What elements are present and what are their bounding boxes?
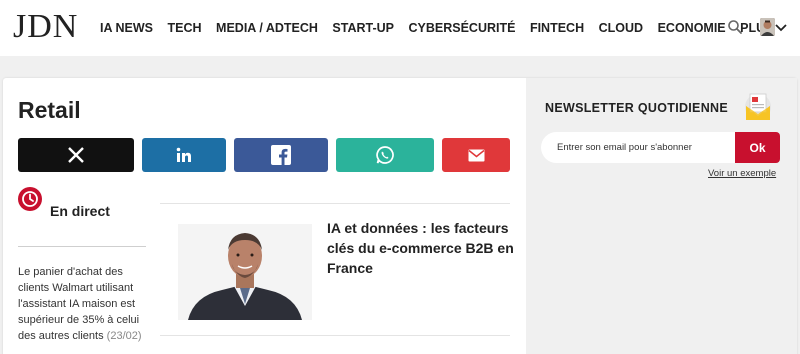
divider [18, 246, 146, 247]
share-x-button[interactable] [18, 138, 134, 172]
share-linkedin-button[interactable] [142, 138, 226, 172]
nav-item-economie[interactable]: ECONOMIE [658, 19, 726, 37]
newsletter-title: NEWSLETTER QUOTIDIENNE [545, 101, 728, 115]
newsletter-email-input[interactable] [541, 132, 735, 163]
share-facebook-button[interactable] [234, 138, 328, 172]
whatsapp-icon [376, 146, 394, 164]
divider [160, 203, 510, 204]
main-nav: IA NEWS TECH MEDIA / ADTECH START-UP CYB… [100, 19, 800, 37]
page-title: Retail [18, 97, 81, 123]
divider [160, 335, 510, 336]
nav-item-tech[interactable]: TECH [168, 19, 202, 37]
site-logo[interactable]: JDN [13, 10, 78, 44]
newsletter-submit-button[interactable]: Ok [735, 132, 780, 163]
live-news-item[interactable]: Le panier d'achat des clients Walmart ut… [18, 264, 146, 344]
share-whatsapp-button[interactable] [336, 138, 434, 172]
live-news-date: (23/02) [106, 330, 142, 342]
avatar[interactable] [760, 18, 775, 36]
article-title[interactable]: IA et données : les facteurs clés du e-c… [327, 218, 517, 278]
mail-icon [468, 149, 484, 161]
user-avatar-image [760, 18, 775, 36]
live-section-title: En direct [50, 203, 110, 219]
nav-item-cloud[interactable]: CLOUD [599, 19, 643, 37]
linkedin-icon [176, 147, 191, 162]
live-clock-icon [18, 187, 42, 211]
facebook-icon [271, 145, 291, 165]
nav-item-media-adtech[interactable]: MEDIA / ADTECH [216, 19, 318, 37]
portrait-image [178, 224, 312, 320]
nav-item-cybersecurite[interactable]: CYBERSÉCURITÉ [408, 19, 515, 37]
nav-item-start-up[interactable]: START-UP [332, 19, 394, 37]
share-mail-button[interactable] [442, 138, 510, 172]
newsletter-envelope-icon [745, 93, 771, 120]
site-header: JDN IA NEWS TECH MEDIA / ADTECH START-UP… [0, 0, 800, 56]
nav-item-ia-news[interactable]: IA NEWS [100, 19, 153, 37]
nav-item-fintech[interactable]: FINTECH [530, 19, 584, 37]
x-icon [68, 147, 84, 163]
search-icon[interactable] [727, 19, 743, 35]
chevron-down-icon [775, 24, 788, 32]
article-thumbnail[interactable] [178, 224, 312, 320]
newsletter-example-link[interactable]: Voir un exemple [708, 168, 776, 179]
